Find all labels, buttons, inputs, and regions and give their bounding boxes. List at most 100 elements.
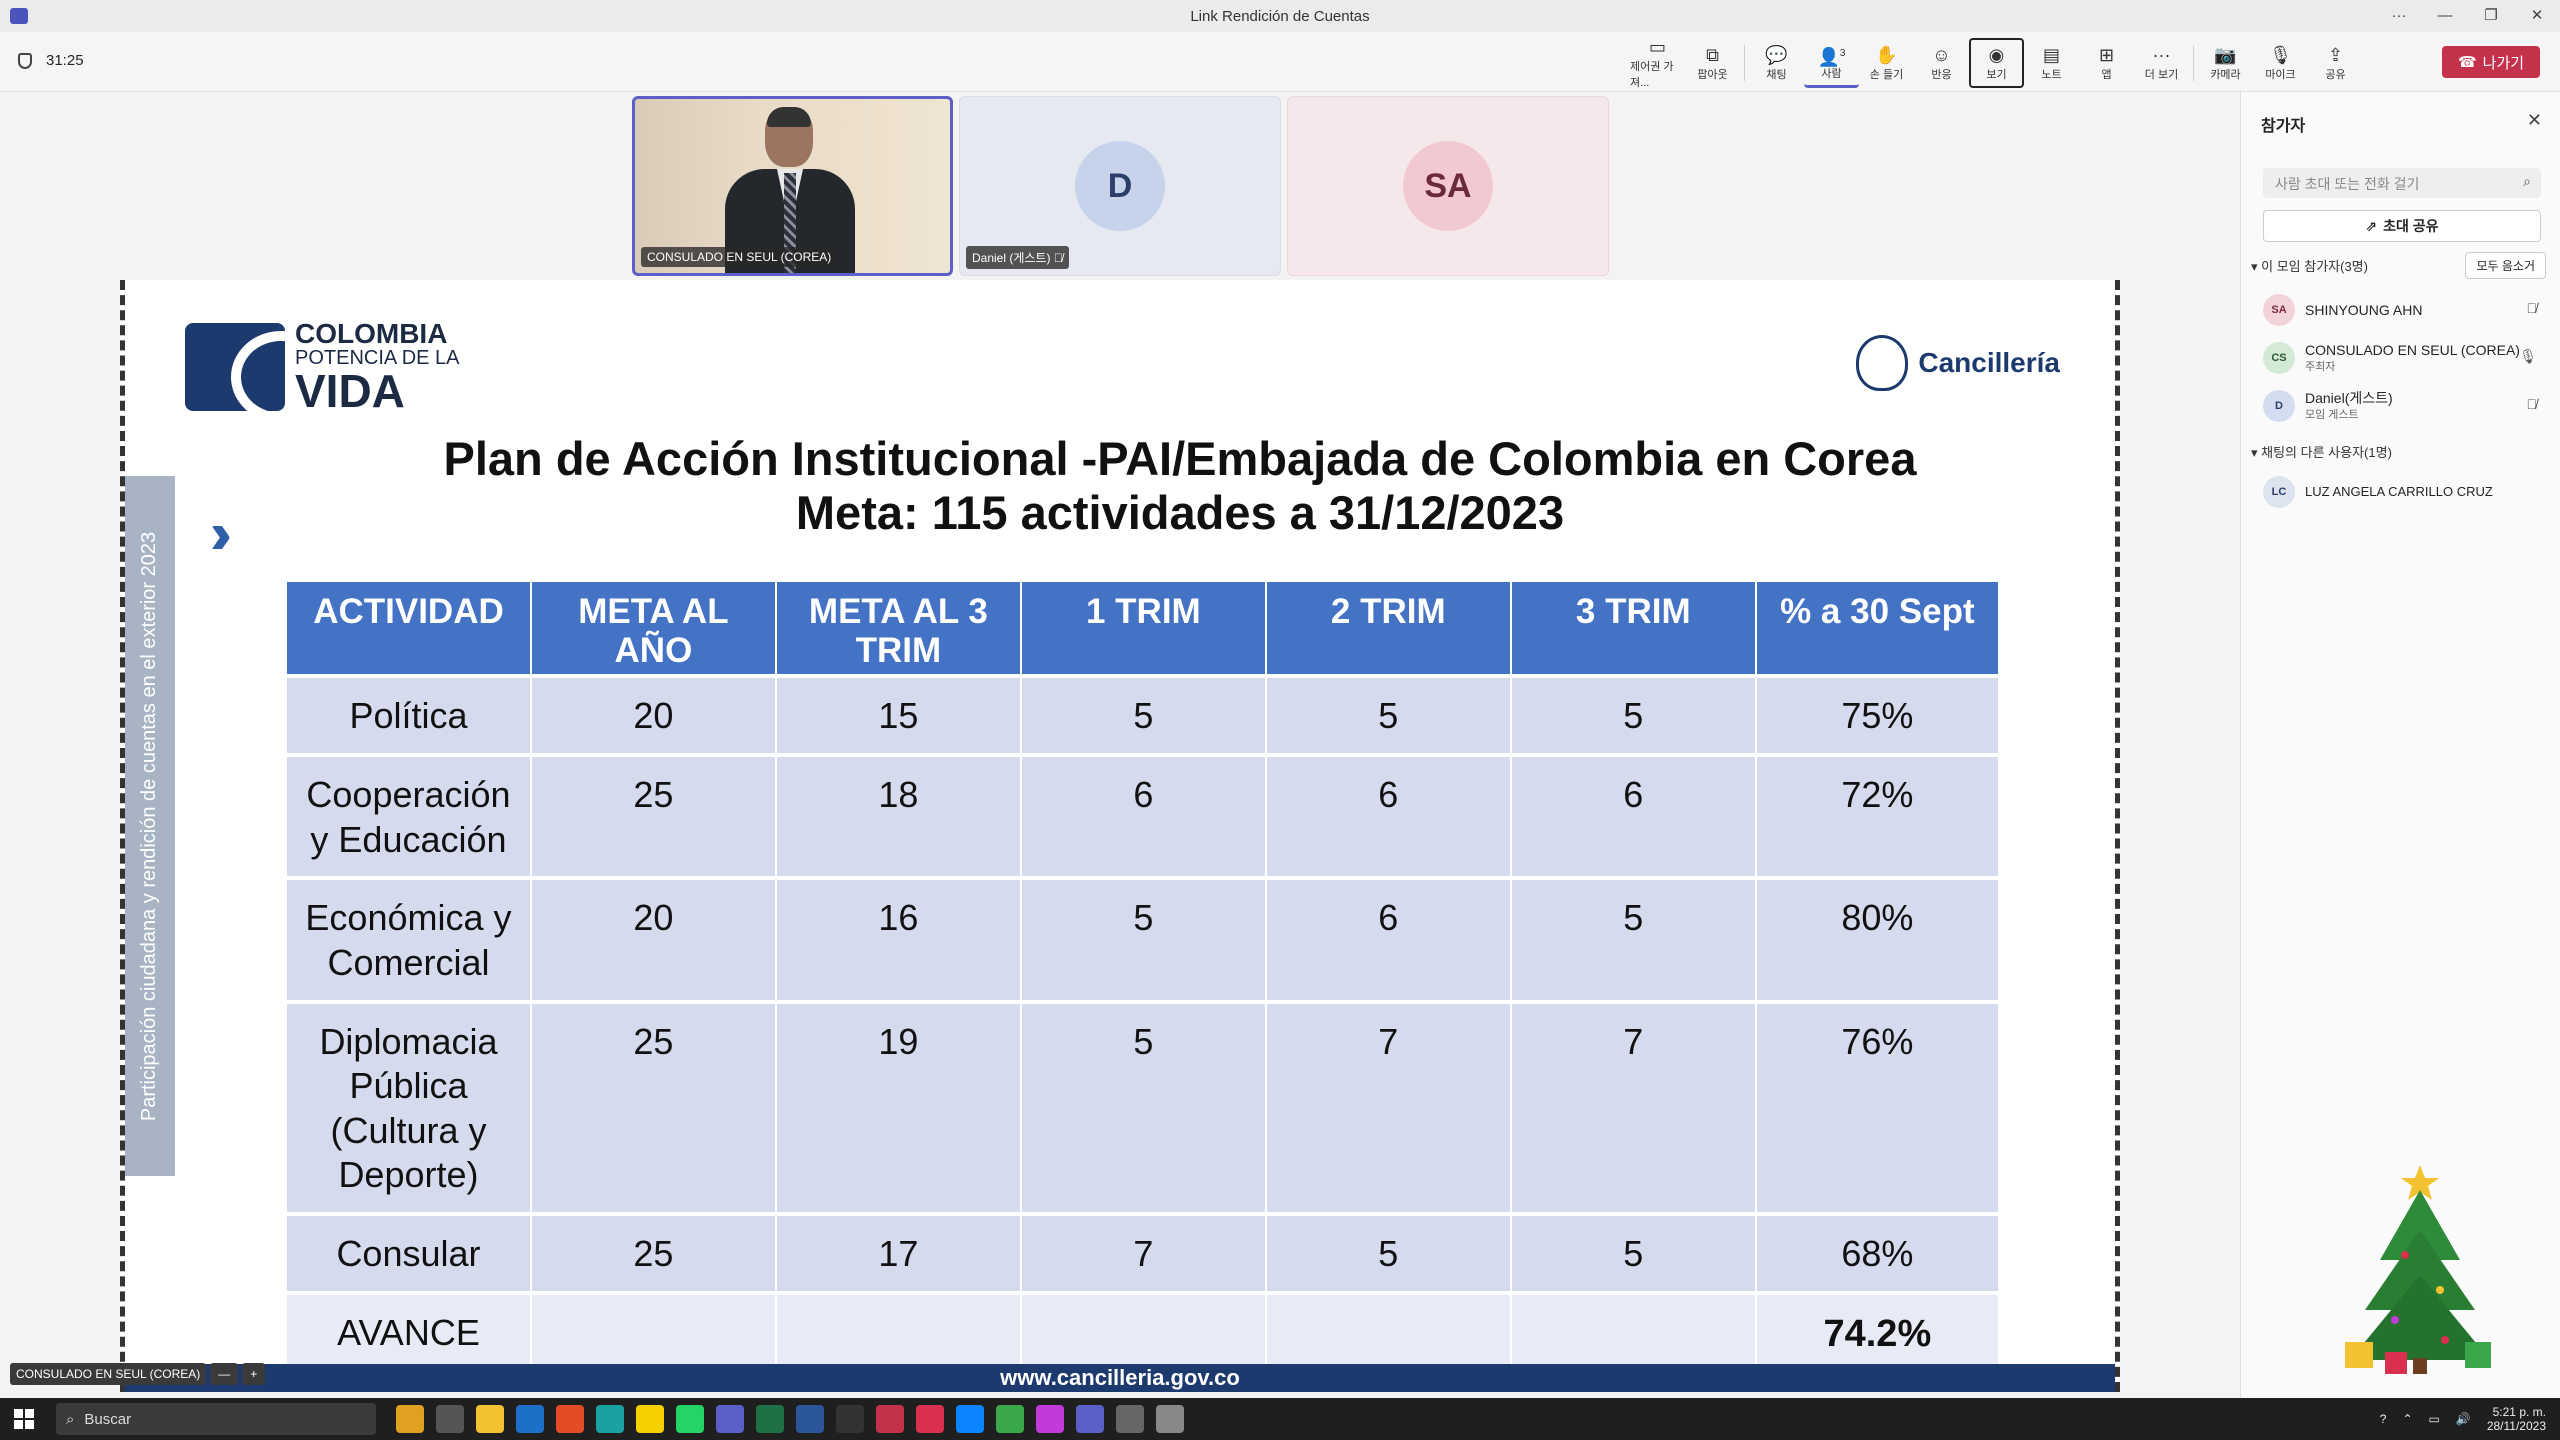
close-button[interactable]: ✕: [2514, 0, 2560, 32]
app-icon[interactable]: [1156, 1405, 1184, 1433]
camera-button[interactable]: 📷 카메라: [2198, 38, 2253, 88]
zoom-out-button[interactable]: —: [210, 1363, 239, 1385]
meeting-timer: 31:25: [18, 52, 84, 69]
chrome-profile-icon[interactable]: [916, 1405, 944, 1433]
meeting-toolbar: 31:25 ▭ 제어권 가져... ⧉ 팝아웃 💬 채팅 👤3 사람 ✋ 손 들기 ☺ 반응…: [0, 32, 2560, 92]
share-icon: ⇪: [2327, 45, 2344, 65]
crest-icon: [1856, 335, 1909, 391]
section-in-meeting[interactable]: ▾ 이 모임 참가자(3명): [2251, 256, 2368, 275]
mic-muted-icon: 🎙̸: [2526, 396, 2538, 412]
avatar: CS: [2263, 342, 2295, 374]
chrome-icon[interactable]: [556, 1405, 584, 1433]
participant-item[interactable]: SA SHINYOUNG AHN 🎙̸: [2263, 290, 2553, 330]
avatar: LC: [2263, 476, 2295, 508]
task-app-icon[interactable]: [396, 1405, 424, 1433]
teams-meeting-icon[interactable]: [1076, 1405, 1104, 1433]
share-invite-button[interactable]: ⇗ 초대 공유: [2263, 210, 2541, 242]
notes-button[interactable]: ▤ 노트: [2024, 38, 2079, 88]
reactions-button[interactable]: ☺ 반응: [1914, 38, 1969, 88]
word-icon[interactable]: [796, 1405, 824, 1433]
people-button[interactable]: 👤3 사람: [1804, 38, 1859, 88]
video-tile-consulado[interactable]: CONSULADO EN SEUL (COREA): [632, 96, 953, 276]
cancilleria-logo: Cancillería: [1856, 335, 2060, 391]
invite-search-input[interactable]: 사람 초대 또는 전화 걸기 ⌕: [2263, 168, 2541, 198]
notepad-icon[interactable]: [1116, 1405, 1144, 1433]
mic-muted-icon: 🎙̸: [2526, 300, 2538, 316]
take-control-button[interactable]: ▭ 제어권 가져...: [1630, 37, 1685, 89]
video-name-tag: Daniel (게스트) 🎙̸: [966, 246, 1069, 269]
table-header: 1 TRIM: [1019, 579, 1267, 678]
mic-muted-icon: 🎙̸: [1053, 251, 1063, 265]
raise-hand-icon: ✋: [1875, 45, 1898, 65]
mic-button[interactable]: 🎙 마이크: [2253, 38, 2308, 88]
shield-icon: [18, 52, 32, 69]
taskbar-search-input[interactable]: ⌕ Buscar: [56, 1403, 376, 1435]
participant-item[interactable]: LC LUZ ANGELA CARRILLO CRUZ: [2263, 472, 2553, 512]
people-icon: 👤3: [1817, 46, 1846, 67]
table-row: Consular 25 17 7 5 5 68%: [285, 1212, 2001, 1294]
table-row: Diplomacia Pública (Cultura y Deporte) 25…: [285, 999, 2001, 1215]
apps-button[interactable]: ⊞ 앱: [2079, 38, 2134, 88]
outlook-icon[interactable]: [516, 1405, 544, 1433]
taskbar-clock[interactable]: 5:21 p. m. 28/11/2023: [2487, 1405, 2546, 1434]
participant-item[interactable]: D Daniel(게스트) 모임 게스트 🎙̸: [2263, 386, 2553, 426]
raise-hand-button[interactable]: ✋ 손 들기: [1859, 38, 1914, 88]
share-button[interactable]: ⇪ 공유: [2308, 38, 2363, 88]
camera-off-icon: 📷: [2214, 45, 2237, 65]
avatar: SA: [1403, 141, 1493, 231]
colombia-logo: COLOMBIA POTENCIA DE LA VIDA: [185, 320, 460, 414]
avatar: D: [1075, 141, 1165, 231]
more-options-icon[interactable]: ···: [2376, 0, 2422, 32]
slide-title: Plan de Acción Institucional -PAI/Embaja…: [443, 432, 1917, 539]
system-tray: ? ⌃ ▭ 🔊 5:21 p. m. 28/11/2023: [2380, 1398, 2546, 1440]
task-view-icon[interactable]: [436, 1405, 464, 1433]
file-explorer-icon[interactable]: [476, 1405, 504, 1433]
mic-icon: 🎙: [2519, 348, 2537, 364]
table-header: 3 TRIM: [1509, 579, 1757, 678]
reactions-icon: ☺: [1932, 45, 1951, 65]
app-icon[interactable]: [996, 1405, 1024, 1433]
app-icon[interactable]: [876, 1405, 904, 1433]
window-title: Link Rendición de Cuentas: [1190, 7, 1370, 25]
colombia-logo-icon: [185, 323, 285, 411]
avatar: SA: [2263, 294, 2295, 326]
popout-button[interactable]: ⧉ 팝아웃: [1685, 38, 1740, 88]
edge-icon[interactable]: [596, 1405, 624, 1433]
chevrons-icon: ›››: [210, 501, 232, 566]
shared-screen-slide: COLOMBIA POTENCIA DE LA VIDA Cancillería…: [120, 280, 2120, 1392]
chat-icon: 💬: [1765, 45, 1788, 65]
teams-icon[interactable]: [716, 1405, 744, 1433]
whatsapp-icon[interactable]: [676, 1405, 704, 1433]
search-icon: ⌕: [2523, 173, 2531, 189]
app-icon[interactable]: [956, 1405, 984, 1433]
table-row: Cooperación y Educación 25 18 6 6 6 72%: [285, 752, 2001, 880]
mute-all-button[interactable]: 모두 음소거: [2465, 252, 2546, 279]
network-icon[interactable]: ▭: [2429, 1412, 2440, 1426]
table-total-row: AVANCE 74.2%: [285, 1290, 2001, 1374]
view-button[interactable]: ◉ 보기: [1969, 38, 2024, 88]
section-others-in-chat[interactable]: ▾ 채팅의 다른 사용자(1명): [2251, 442, 2392, 461]
phone-hangup-icon: ☎: [2457, 54, 2477, 71]
windows-start-icon[interactable]: [14, 1409, 34, 1429]
restore-button[interactable]: ❐: [2468, 0, 2514, 32]
video-tile-daniel[interactable]: D Daniel (게스트) 🎙̸: [959, 96, 1281, 276]
zoom-in-button[interactable]: +: [242, 1363, 266, 1385]
more-button[interactable]: ··· 더 보기: [2134, 38, 2189, 88]
kakaotalk-icon[interactable]: [636, 1405, 664, 1433]
excel-icon[interactable]: [756, 1405, 784, 1433]
side-banner: Participación ciudadana y rendición de c…: [125, 476, 175, 1176]
close-icon[interactable]: ✕: [2527, 110, 2542, 131]
leave-button[interactable]: ☎ 나가기: [2442, 46, 2540, 78]
participant-item[interactable]: CS CONSULADO EN SEUL (COREA) 주최자 🎙: [2263, 338, 2553, 378]
video-tile-shinyoung[interactable]: SA: [1287, 96, 1609, 276]
chat-button[interactable]: 💬 채팅: [1749, 38, 1804, 88]
chevron-up-icon[interactable]: ⌃: [2402, 1412, 2412, 1426]
popout-icon: ⧉: [1706, 45, 1719, 65]
app-icon[interactable]: [1036, 1405, 1064, 1433]
volume-icon[interactable]: 🔊: [2456, 1412, 2471, 1426]
media-icon[interactable]: [836, 1405, 864, 1433]
table-header: META AL 3 TRIM: [774, 579, 1022, 678]
help-icon[interactable]: ?: [2380, 1412, 2387, 1426]
pai-table: ACTIVIDAD META AL AÑO META AL 3 TRIM 1 T…: [285, 579, 2001, 1374]
minimize-button[interactable]: —: [2422, 0, 2468, 32]
